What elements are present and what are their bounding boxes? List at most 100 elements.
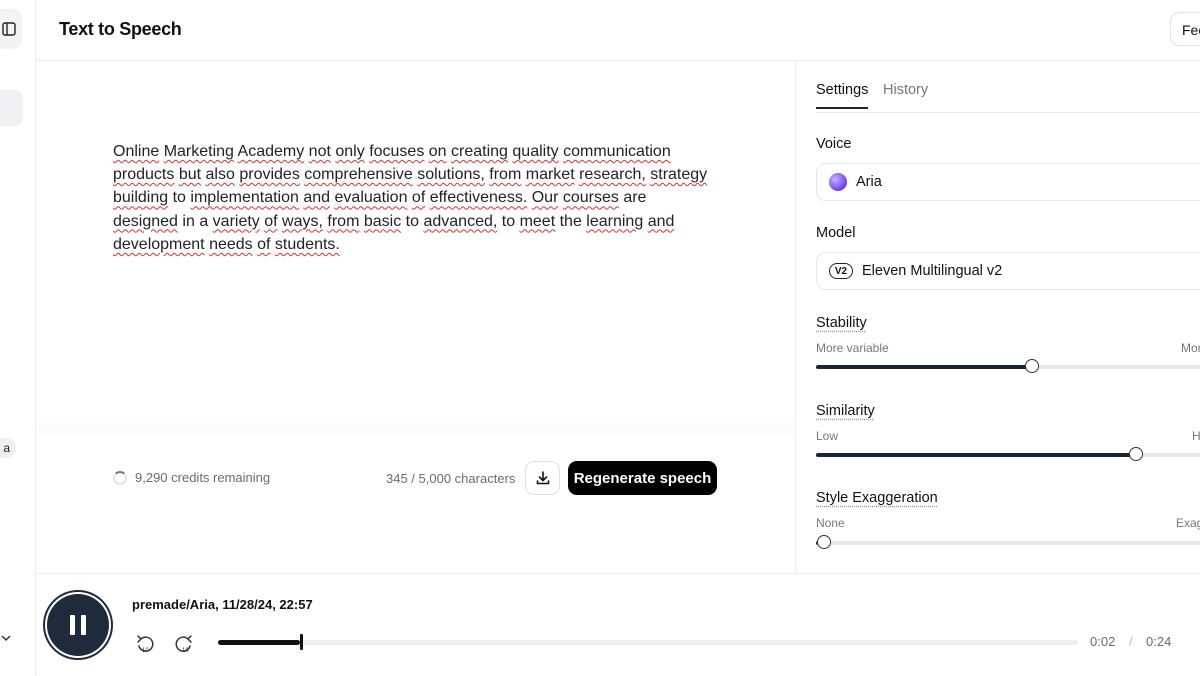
- similarity-label: Similarity: [816, 403, 875, 419]
- character-count: 345 / 5,000 characters: [386, 471, 516, 486]
- editor-word: products: [113, 166, 175, 184]
- settings-panel: Settings History Voice Aria Model V2 Ele…: [795, 61, 1200, 573]
- editor-word: effectiveness.: [429, 189, 528, 207]
- editor-word: but: [178, 166, 202, 184]
- editor-word: creating: [451, 143, 508, 160]
- stability-label: Stability: [816, 315, 867, 331]
- stability-slider-handle[interactable]: [1025, 359, 1039, 373]
- tab-settings[interactable]: Settings: [816, 82, 869, 109]
- editor-word: Marketing: [163, 143, 234, 160]
- editor-word: strategy: [650, 166, 708, 184]
- editor-word: basic: [363, 212, 402, 230]
- voice-label: Voice: [816, 136, 852, 152]
- sidebar-toggle-button[interactable]: [0, 9, 22, 49]
- time-separator: /: [1129, 634, 1133, 649]
- track-title: premade/Aria, 11/28/24, 22:57: [132, 597, 313, 612]
- similarity-max-label: High: [1192, 429, 1200, 443]
- total-time: 0:24: [1146, 634, 1172, 649]
- editor-word: quality: [512, 143, 559, 160]
- sidebar-item-active[interactable]: [0, 90, 23, 126]
- style-exaggeration-label: Style Exaggeration: [816, 490, 938, 506]
- pause-icon: [70, 615, 75, 635]
- editor-word: and: [303, 189, 331, 207]
- sidebar-user-pill[interactable]: a: [0, 438, 16, 458]
- editor-word: evaluation: [334, 189, 408, 207]
- page-header: Text to Speech Feedback: [36, 0, 1200, 61]
- editor-word: ways,: [282, 212, 323, 230]
- editor-word: in: [182, 212, 195, 230]
- forward-10-icon[interactable]: 10: [173, 633, 195, 655]
- editor-word: provides: [239, 166, 300, 184]
- voice-avatar-icon: [829, 173, 847, 191]
- page-title: Text to Speech: [59, 19, 182, 39]
- editor-word: only: [335, 143, 365, 160]
- editor-word: and: [647, 212, 675, 230]
- editor-word: market: [525, 166, 575, 184]
- tab-history[interactable]: History: [883, 82, 928, 107]
- left-sidebar: a: [0, 0, 36, 675]
- panel-tabs: Settings History: [816, 82, 1200, 113]
- editor-word: from: [327, 212, 360, 230]
- model-label: Model: [816, 225, 856, 241]
- download-button[interactable]: [525, 461, 560, 495]
- editor-word: needs: [209, 235, 253, 253]
- credits-indicator: 9,290 credits remaining: [113, 470, 270, 485]
- editor-word: Our: [531, 189, 559, 207]
- panel-toggle-icon: [2, 22, 16, 36]
- editor-word: designed: [113, 212, 178, 230]
- editor-word: are: [623, 189, 647, 207]
- editor-word: learning: [586, 212, 644, 230]
- editor-word: on: [428, 143, 447, 160]
- similarity-slider-handle[interactable]: [1129, 447, 1143, 461]
- similarity-slider[interactable]: [816, 447, 1200, 461]
- editor-word: development: [113, 235, 205, 253]
- playback-progress-bar[interactable]: [218, 634, 1078, 650]
- regenerate-speech-button[interactable]: Regenerate speech: [568, 461, 717, 495]
- style-slider-handle[interactable]: [817, 535, 831, 549]
- editor-word: students.: [274, 235, 340, 253]
- style-min-label: None: [816, 516, 845, 530]
- editor-word: building: [113, 189, 169, 207]
- stability-slider[interactable]: [816, 359, 1200, 373]
- audio-player: premade/Aria, 11/28/24, 22:57 10 10 0:02…: [36, 573, 1200, 676]
- editor-word: to: [405, 212, 420, 230]
- chevron-down-icon[interactable]: [0, 632, 12, 644]
- pause-button[interactable]: [47, 594, 109, 656]
- editor-word: not: [308, 143, 331, 160]
- model-value: Eleven Multilingual v2: [862, 263, 1003, 279]
- editor-word: to: [172, 189, 186, 207]
- editor-word: variety: [212, 212, 260, 230]
- model-version-badge: V2: [829, 263, 853, 279]
- editor-word: comprehensive: [304, 166, 413, 184]
- style-max-label: Exaggerated: [1176, 516, 1200, 530]
- voice-select[interactable]: Aria: [816, 163, 1200, 201]
- editor-word: a: [199, 212, 209, 230]
- editor-word: courses: [562, 189, 619, 207]
- current-time: 0:02: [1090, 634, 1116, 649]
- editor-word: of: [411, 189, 426, 207]
- rewind-10-icon[interactable]: 10: [134, 633, 156, 655]
- editor-word: from: [489, 166, 522, 184]
- text-input[interactable]: Online Marketing Academy not only focuse…: [113, 140, 713, 256]
- feedback-button[interactable]: Feedback: [1170, 12, 1200, 46]
- model-select[interactable]: V2 Eleven Multilingual v2: [816, 252, 1200, 290]
- credits-progress-icon: [113, 470, 127, 485]
- editor-word: solutions,: [417, 166, 485, 184]
- stability-max-label: More stable: [1181, 341, 1200, 355]
- voice-value: Aria: [856, 174, 882, 190]
- editor-word: Academy: [237, 143, 305, 160]
- editor-word: advanced,: [423, 212, 498, 230]
- playback-scrubber[interactable]: [299, 634, 303, 650]
- svg-text:10: 10: [182, 648, 189, 654]
- similarity-min-label: Low: [816, 429, 839, 443]
- editor-word: implementation: [190, 189, 299, 207]
- editor-word: of: [264, 212, 278, 230]
- download-icon: [536, 471, 549, 485]
- editor-word: also: [205, 166, 235, 184]
- editor-word: meet: [519, 212, 556, 230]
- style-exaggeration-slider[interactable]: [816, 535, 1200, 549]
- editor-word: to: [501, 212, 516, 230]
- editor-word: Online: [113, 143, 160, 160]
- stability-min-label: More variable: [816, 341, 889, 355]
- credits-remaining: 9,290 credits remaining: [135, 470, 271, 485]
